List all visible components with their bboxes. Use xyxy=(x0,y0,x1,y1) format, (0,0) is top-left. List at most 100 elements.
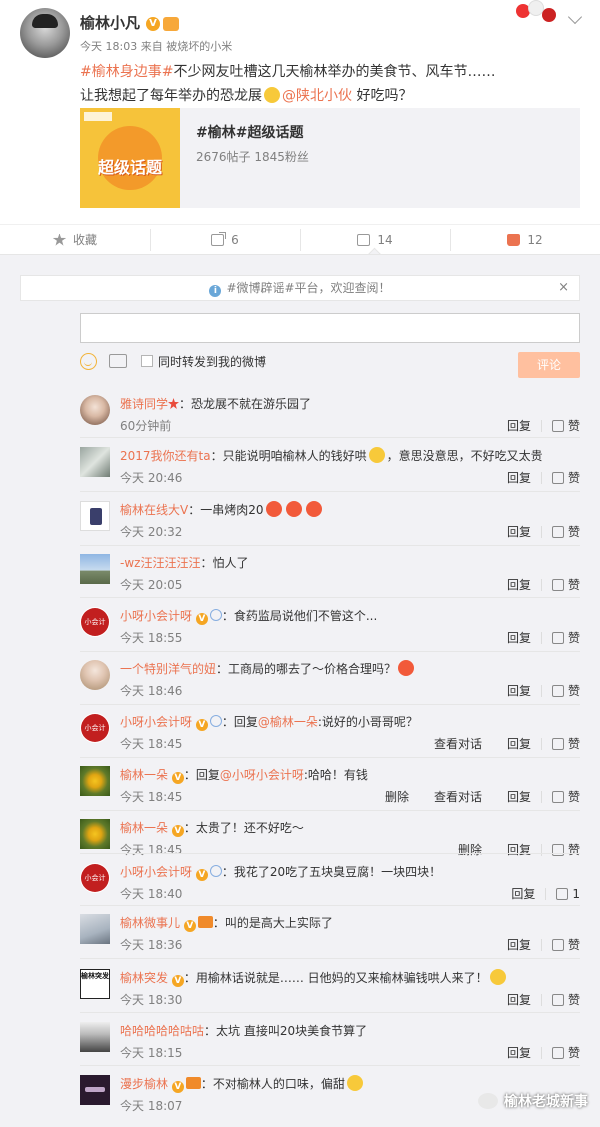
post-meta: 今天 18:03 来自 被烧坏的小米 xyxy=(80,40,233,53)
commenter-name[interactable]: 小呀小会计呀 xyxy=(120,609,192,623)
commenter-name[interactable]: 榆林在线大V xyxy=(120,503,188,517)
angry-emoji-icon xyxy=(285,501,302,517)
comment-body: 小呀小会计呀 V ：食药监局说他们不管这个... xyxy=(120,607,580,625)
reply-link[interactable]: 回复 xyxy=(507,991,531,1008)
commenter-name[interactable]: 榆林突发 xyxy=(120,971,168,985)
close-icon[interactable]: × xyxy=(558,276,569,300)
commenter-name[interactable]: 榆林一朵 xyxy=(120,821,168,835)
commenter-name[interactable]: 小呀小会计呀 xyxy=(120,715,192,729)
comment-like-button[interactable]: 赞 xyxy=(551,841,580,858)
mention-link[interactable]: @陕北小伙 xyxy=(282,88,352,104)
comment-panel: i #微博辟谣#平台，欢迎查阅！ × 同时转发到我的微博 评论 雅诗同学 ：恐龙展不… xyxy=(0,254,600,1127)
comment-button[interactable]: 14 xyxy=(300,225,450,254)
verified-icon: V xyxy=(183,920,196,932)
delete-link[interactable]: 删除 xyxy=(458,841,482,858)
star-icon xyxy=(52,233,66,246)
comment-like-button[interactable]: 赞 xyxy=(551,469,580,486)
comment-like-button[interactable]: 赞 xyxy=(551,682,580,699)
commenter-name[interactable]: 榆林微事儿 xyxy=(120,916,180,930)
topic-card[interactable]: 超级话题 #榆林#超级话题 2676帖子 1845粉丝 xyxy=(80,108,580,208)
commenter-avatar[interactable] xyxy=(80,1022,110,1052)
sync-label: 同时转发到我的微博 xyxy=(158,354,267,369)
reply-link[interactable]: 回复 xyxy=(507,936,531,953)
topic-card-title[interactable]: #榆林#超级话题 xyxy=(196,122,303,142)
commenter-avatar[interactable] xyxy=(80,819,110,849)
mention-link[interactable]: @小呀小会计呀 xyxy=(220,768,304,782)
reply-link[interactable]: 回复 xyxy=(507,735,531,752)
reply-link[interactable]: 回复 xyxy=(507,629,531,646)
commenter-name[interactable]: 一个特别洋气的妞 xyxy=(120,662,216,676)
commenter-avatar[interactable] xyxy=(80,447,110,477)
comment-input[interactable] xyxy=(80,313,580,343)
comment-like-button[interactable]: 赞 xyxy=(551,788,580,805)
topic-link[interactable]: #榆林身边事# xyxy=(80,64,173,80)
commenter-avatar[interactable] xyxy=(80,766,110,796)
reply-link[interactable]: 回复 xyxy=(507,841,531,858)
reply-link[interactable]: 回复 xyxy=(507,417,531,434)
mention-link[interactable]: @榆林一朵 xyxy=(258,715,318,729)
commenter-avatar[interactable]: 榆林突发 xyxy=(80,969,110,999)
commenter-avatar[interactable] xyxy=(80,501,110,531)
comment-icon xyxy=(357,233,371,246)
commenter-name[interactable]: 雅诗同学 xyxy=(120,397,168,411)
submit-comment-button[interactable]: 评论 xyxy=(518,352,580,378)
comment-like-button[interactable]: 赞 xyxy=(551,991,580,1008)
reply-link[interactable]: 回复 xyxy=(507,1044,531,1061)
author-avatar[interactable] xyxy=(20,8,70,58)
commenter-avatar[interactable] xyxy=(80,914,110,944)
sync-checkbox[interactable] xyxy=(141,355,153,367)
commenter-avatar[interactable] xyxy=(80,395,110,425)
commenter-avatar[interactable] xyxy=(80,554,110,584)
commenter-name[interactable]: 漫步榆林 xyxy=(120,1077,168,1091)
comment-text: ：不对榆林人的口味，偏甜 xyxy=(200,1077,345,1091)
author-name[interactable]: 榆林小凡 xyxy=(80,14,140,32)
comment-like-button[interactable]: 赞 xyxy=(551,417,580,434)
view-dialog-link[interactable]: 查看对话 xyxy=(434,788,482,805)
chevron-down-icon[interactable] xyxy=(567,9,583,25)
collect-button[interactable]: 收藏 xyxy=(0,225,150,254)
comment-like-button[interactable]: 赞 xyxy=(551,523,580,540)
weibo-logo-icon xyxy=(84,112,112,121)
comment-like-button[interactable]: 赞 xyxy=(551,936,580,953)
commenter-avatar[interactable]: 小会计 xyxy=(80,713,110,743)
commenter-avatar[interactable]: 小会计 xyxy=(80,863,110,893)
commenter-name[interactable]: -wz汪汪汪汪汪 xyxy=(120,556,200,570)
commenter-avatar[interactable] xyxy=(80,660,110,690)
commenter-name[interactable]: 小呀小会计呀 xyxy=(120,865,192,879)
verified-icon: V xyxy=(146,16,161,31)
comment-actions: 回复 赞 xyxy=(482,936,580,953)
reply-link[interactable]: 回复 xyxy=(511,885,535,902)
comment-text: ：叫的是高大上实际了 xyxy=(212,916,333,930)
commenter-name[interactable]: 榆林一朵 xyxy=(120,768,168,782)
share-button[interactable]: 6 xyxy=(150,225,300,254)
comment-body: 小呀小会计呀 V ：回复@榆林一朵:说好的小哥哥呢？ xyxy=(120,713,580,731)
comment-like-button[interactable]: 1 xyxy=(556,887,580,901)
emoji-icon[interactable] xyxy=(80,352,97,370)
commenter-name[interactable]: 哈哈哈哈哈咕咕 xyxy=(120,1024,204,1038)
comment-like-button[interactable]: 赞 xyxy=(551,576,580,593)
comment-actions: 查看对话 回复 赞 xyxy=(409,735,580,752)
delete-link[interactable]: 删除 xyxy=(385,788,409,805)
reply-link[interactable]: 回复 xyxy=(507,788,531,805)
verified-icon: V xyxy=(171,772,184,784)
image-icon[interactable] xyxy=(109,354,127,368)
commenter-avatar[interactable]: 小会计 xyxy=(80,607,110,637)
commenter-avatar[interactable] xyxy=(80,1075,110,1105)
reply-link[interactable]: 回复 xyxy=(507,682,531,699)
verified-icon: V xyxy=(171,1081,184,1093)
like-button[interactable]: 12 xyxy=(450,225,600,254)
comment-like-button[interactable]: 赞 xyxy=(551,1044,580,1061)
reply-link[interactable]: 回复 xyxy=(507,469,531,486)
comment-like-button[interactable]: 赞 xyxy=(551,735,580,752)
verified-icon: V xyxy=(195,719,208,731)
view-dialog-link[interactable]: 查看对话 xyxy=(434,735,482,752)
reply-link[interactable]: 回复 xyxy=(507,523,531,540)
rumor-notice[interactable]: i #微博辟谣#平台，欢迎查阅！ × xyxy=(20,275,580,301)
reply-link[interactable]: 回复 xyxy=(507,576,531,593)
comment-count: 14 xyxy=(377,232,393,247)
post-text-line1: 不少网友吐槽这几天榆林举办的美食节、风车节…… xyxy=(173,64,496,80)
collect-label: 收藏 xyxy=(72,233,97,247)
commenter-name[interactable]: 2017我你还有ta xyxy=(120,449,211,463)
share-count: 6 xyxy=(231,232,239,247)
comment-like-button[interactable]: 赞 xyxy=(551,629,580,646)
